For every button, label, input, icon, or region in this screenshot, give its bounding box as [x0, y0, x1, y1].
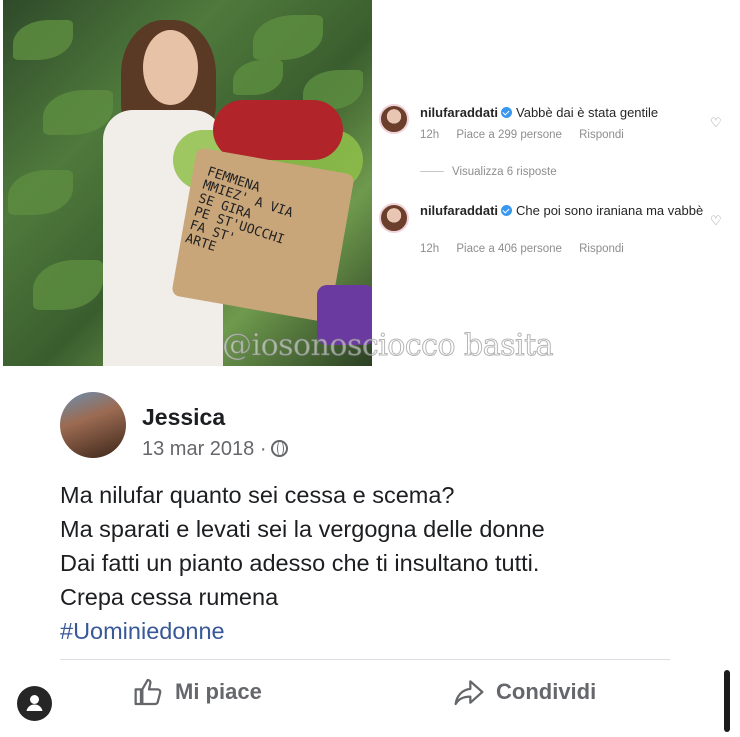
watermark: @iosonosciocco basita	[221, 328, 554, 364]
comment-time: 12h	[420, 129, 440, 141]
profile-button[interactable]	[17, 686, 52, 721]
post-line: Ma sparati e levati sei la vergogna dell…	[60, 516, 545, 542]
post-body: Ma nilufar quanto sei cessa e scema? Ma …	[60, 478, 545, 648]
comment-1: nilufaraddati Vabbè dai è stata gentile	[420, 104, 710, 122]
hashtag-link[interactable]: #Uominiedonne	[60, 614, 545, 648]
commenter-avatar[interactable]	[379, 104, 409, 134]
post-line: Dai fatti un pianto adesso che ti insult…	[60, 550, 540, 576]
thumbs-up-icon	[134, 678, 162, 706]
share-label: Condividi	[496, 679, 597, 704]
person-face	[143, 30, 198, 105]
author-name[interactable]: Jessica	[142, 404, 225, 431]
like-heart-icon[interactable]: ♡	[710, 213, 722, 229]
comment-likes[interactable]: Piace a 299 persone	[456, 129, 562, 141]
share-button[interactable]: Condividi	[452, 676, 596, 708]
comment-1-meta: 12h Piace a 299 persone Rispondi	[420, 129, 624, 141]
view-replies-button[interactable]: Visualizza 6 risposte	[420, 166, 557, 178]
bouquet-roses	[213, 100, 343, 160]
post-line: Ma nilufar quanto sei cessa e scema?	[60, 482, 455, 508]
post-date: 13 mar 2018 ·	[142, 438, 288, 461]
comment-text: Che poi sono iraniana ma vabbè	[516, 203, 704, 218]
post-photo: FEMMENA MMIEZ' A VIA SE GIRA PE ST'UOCCH…	[3, 0, 372, 366]
comment-username[interactable]: nilufaraddati	[420, 203, 498, 218]
divider	[60, 659, 670, 660]
commenter-avatar[interactable]	[379, 203, 409, 233]
author-avatar[interactable]	[60, 392, 126, 458]
comment-time: 12h	[420, 243, 440, 255]
comment-2-meta: 12h Piace a 406 persone Rispondi	[420, 243, 624, 255]
reply-button[interactable]: Rispondi	[579, 243, 624, 255]
verified-badge-icon	[501, 107, 513, 118]
scrollbar[interactable]	[724, 670, 730, 732]
like-button[interactable]: Mi piace	[133, 676, 262, 708]
post-line: Crepa cessa rumena	[60, 584, 279, 610]
share-arrow-icon	[454, 680, 484, 706]
verified-badge-icon	[501, 205, 513, 216]
person-icon	[26, 695, 43, 711]
comment-username[interactable]: nilufaraddati	[420, 105, 498, 120]
comment-likes[interactable]: Piace a 406 persone	[456, 243, 562, 255]
comment-text: Vabbè dai è stata gentile	[516, 105, 659, 120]
reply-button[interactable]: Rispondi	[579, 129, 624, 141]
globe-icon	[270, 440, 288, 457]
comment-2: nilufaraddati Che poi sono iraniana ma va…	[420, 203, 705, 219]
like-label: Mi piace	[175, 679, 262, 704]
like-heart-icon[interactable]: ♡	[710, 115, 722, 131]
